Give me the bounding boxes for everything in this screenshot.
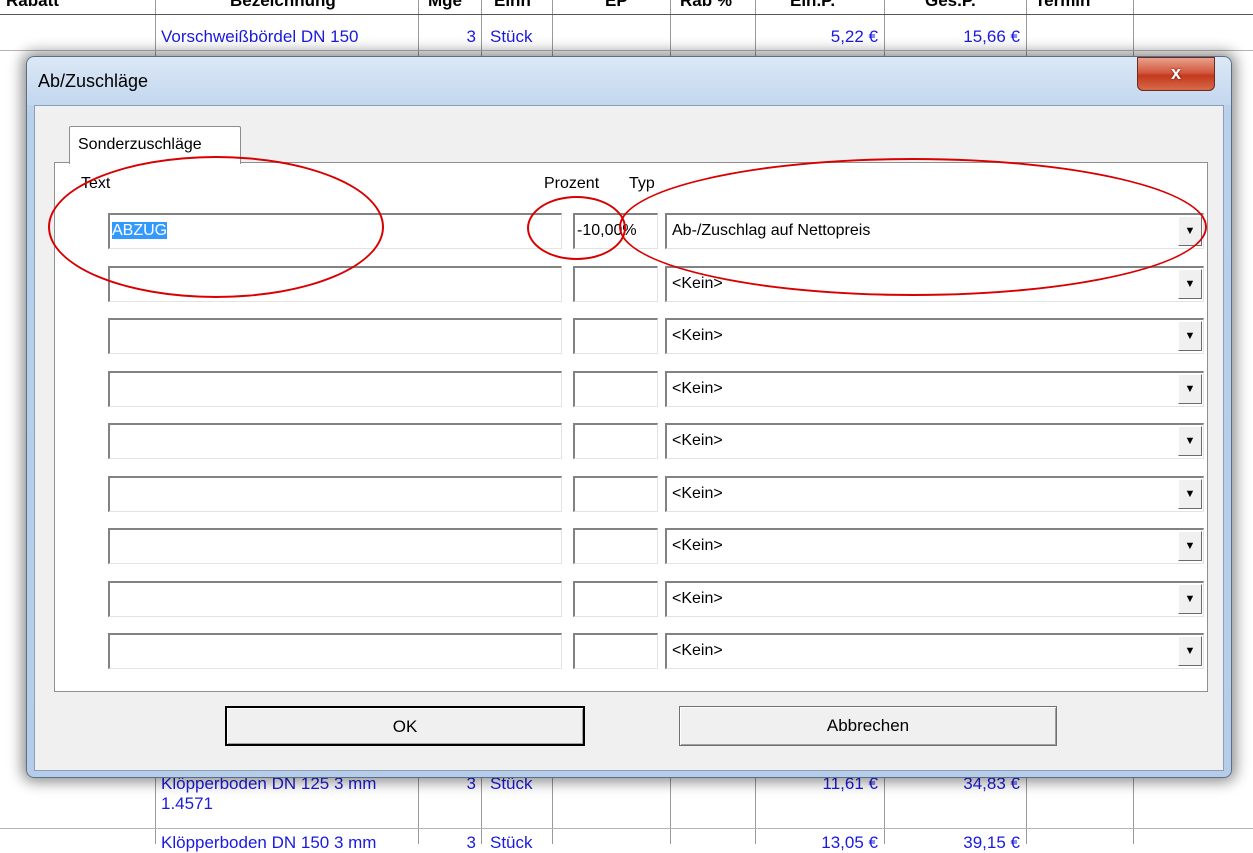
type-select-value: <Kein> bbox=[672, 327, 723, 344]
type-select-value: <Kein> bbox=[672, 642, 723, 659]
text-input[interactable] bbox=[108, 318, 562, 354]
text-input[interactable] bbox=[108, 633, 562, 669]
type-select[interactable]: <Kein> ▼ bbox=[665, 476, 1204, 512]
dropdown-arrow-icon[interactable]: ▼ bbox=[1178, 479, 1202, 509]
header-rabatt: Rabatt bbox=[6, 0, 59, 10]
type-select-value: <Kein> bbox=[672, 380, 723, 397]
row-einh[interactable]: Stück bbox=[490, 27, 533, 47]
text-input[interactable] bbox=[108, 371, 562, 407]
grid-line bbox=[0, 50, 1253, 51]
dropdown-arrow-icon[interactable]: ▼ bbox=[1178, 636, 1202, 666]
header-termin: Termin bbox=[1035, 0, 1091, 10]
dropdown-arrow-icon[interactable]: ▼ bbox=[1178, 426, 1202, 456]
type-select[interactable]: <Kein> ▼ bbox=[665, 528, 1204, 564]
percent-input[interactable] bbox=[573, 266, 658, 302]
dialog-title: Ab/Zuschläge bbox=[38, 71, 149, 91]
tab-panel: Text Prozent Typ ABZUG -10,00% Ab-/Zuschla… bbox=[54, 162, 1208, 692]
type-select-value: <Kein> bbox=[672, 590, 723, 607]
percent-input[interactable] bbox=[573, 476, 658, 512]
dialog-client-area: Sonderzuschläge Text Prozent Typ ABZUG -1… bbox=[34, 105, 1224, 771]
dropdown-arrow-icon[interactable]: ▼ bbox=[1178, 584, 1202, 614]
row-ep[interactable]: 13,05 € bbox=[760, 833, 878, 853]
type-select[interactable]: <Kein> ▼ bbox=[665, 633, 1204, 669]
header-einp: Ein.P. bbox=[790, 0, 836, 10]
cancel-button[interactable]: Abbrechen bbox=[679, 706, 1057, 746]
type-select-value: <Kein> bbox=[672, 537, 723, 554]
dropdown-arrow-icon[interactable]: ▼ bbox=[1178, 321, 1202, 351]
header-mge: Mge bbox=[428, 0, 462, 10]
type-select[interactable]: <Kein> ▼ bbox=[665, 423, 1204, 459]
dropdown-arrow-icon[interactable]: ▼ bbox=[1178, 374, 1202, 404]
ok-button[interactable]: OK bbox=[225, 706, 585, 746]
grid-line bbox=[0, 14, 1253, 15]
column-label-text: Text bbox=[81, 175, 111, 192]
header-bezeichnung: Bezeichnung bbox=[230, 0, 336, 10]
row-mge[interactable]: 3 bbox=[430, 27, 476, 47]
dropdown-arrow-icon[interactable]: ▼ bbox=[1178, 269, 1202, 299]
row-einh[interactable]: Stück bbox=[490, 833, 533, 853]
header-rab: Rab % bbox=[680, 0, 732, 10]
dialog-titlebar[interactable]: Ab/Zuschläge x bbox=[27, 57, 1231, 105]
header-ep: EP bbox=[605, 0, 628, 10]
tab-sonderzuschlaege[interactable]: Sonderzuschläge bbox=[69, 126, 241, 164]
type-select-value: Ab-/Zuschlag auf Nettopreis bbox=[672, 222, 871, 239]
row-gp[interactable]: 39,15 € bbox=[890, 833, 1020, 853]
close-icon: x bbox=[1170, 63, 1181, 83]
header-gesp: Ges.P. bbox=[925, 0, 976, 10]
type-select[interactable]: Ab-/Zuschlag auf Nettopreis ▼ bbox=[665, 213, 1204, 249]
text-input[interactable] bbox=[108, 266, 562, 302]
percent-input[interactable] bbox=[573, 371, 658, 407]
type-select-value: <Kein> bbox=[672, 485, 723, 502]
percent-input[interactable] bbox=[573, 581, 658, 617]
text-input[interactable]: ABZUG bbox=[108, 213, 562, 249]
dropdown-arrow-icon[interactable]: ▼ bbox=[1178, 531, 1202, 561]
percent-input[interactable] bbox=[573, 318, 658, 354]
row-ep[interactable]: 5,22 € bbox=[760, 27, 878, 47]
row-bezeichnung[interactable]: Vorschweißbördel DN 150 bbox=[161, 27, 358, 47]
row-mge[interactable]: 3 bbox=[430, 833, 476, 853]
header-einh: Einh bbox=[494, 0, 531, 10]
type-select[interactable]: <Kein> ▼ bbox=[665, 371, 1204, 407]
type-select-value: <Kein> bbox=[672, 432, 723, 449]
type-select[interactable]: <Kein> ▼ bbox=[665, 581, 1204, 617]
dropdown-arrow-icon[interactable]: ▼ bbox=[1178, 216, 1202, 246]
type-select[interactable]: <Kein> ▼ bbox=[665, 266, 1204, 302]
percent-input[interactable]: -10,00% bbox=[573, 213, 658, 249]
column-label-typ: Typ bbox=[629, 175, 655, 192]
percent-input[interactable] bbox=[573, 633, 658, 669]
text-input[interactable] bbox=[108, 476, 562, 512]
row-bezeichnung[interactable]: Klöpperboden DN 150 3 mm bbox=[161, 833, 376, 853]
row-bezeichnung-line2[interactable]: 1.4571 bbox=[161, 794, 213, 814]
row-gp[interactable]: 15,66 € bbox=[890, 27, 1020, 47]
text-input-value: ABZUG bbox=[112, 222, 168, 239]
percent-input[interactable] bbox=[573, 528, 658, 564]
type-select-value: <Kein> bbox=[672, 275, 723, 292]
percent-input[interactable] bbox=[573, 423, 658, 459]
grid-line bbox=[0, 828, 1253, 829]
column-label-prozent: Prozent bbox=[544, 175, 600, 192]
text-input[interactable] bbox=[108, 423, 562, 459]
text-input[interactable] bbox=[108, 581, 562, 617]
type-select[interactable]: <Kein> ▼ bbox=[665, 318, 1204, 354]
ab-zuschlaege-dialog: Ab/Zuschläge x Sonderzuschläge Text Proz… bbox=[26, 56, 1232, 778]
close-button[interactable]: x bbox=[1137, 57, 1215, 91]
text-input[interactable] bbox=[108, 528, 562, 564]
